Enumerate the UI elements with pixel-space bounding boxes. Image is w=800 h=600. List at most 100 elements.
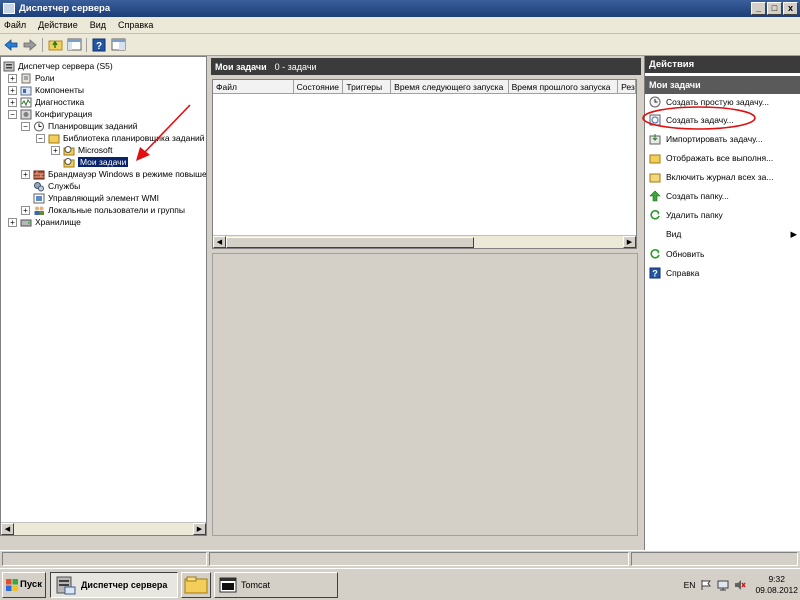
tree-item-root[interactable]: Диспетчер сервера (S5) bbox=[3, 60, 113, 72]
status-cell bbox=[2, 552, 207, 566]
task-count: 0 - задачи bbox=[274, 61, 317, 72]
col-header-status[interactable]: Состояние bbox=[294, 80, 344, 93]
tree-label-storage: Хранилище bbox=[35, 217, 81, 227]
tree-horizontal-scrollbar[interactable]: ◀ ▶ bbox=[1, 522, 206, 535]
tree-item-microsoft[interactable]: + Microsoft bbox=[51, 144, 112, 156]
tree-item-users[interactable]: + Локальные пользователи и группы bbox=[21, 204, 185, 216]
status-cell bbox=[209, 552, 629, 566]
properties-button[interactable] bbox=[110, 37, 126, 53]
scroll-right-icon[interactable]: ▶ bbox=[193, 523, 206, 535]
expand-toggle[interactable]: + bbox=[21, 169, 30, 179]
tree-item-my-tasks[interactable]: Мои задачи bbox=[63, 156, 129, 168]
tree-item-configuration[interactable]: − Конфигурация bbox=[8, 108, 92, 120]
column-headers: Файл Состояние Триггеры Время следующего… bbox=[213, 80, 636, 94]
tree-item-roles[interactable]: + Роли bbox=[8, 72, 55, 84]
menu-file[interactable]: Файл bbox=[4, 20, 26, 30]
server-manager-icon bbox=[3, 3, 15, 14]
menu-action[interactable]: Действие bbox=[38, 20, 78, 30]
grid-horizontal-scrollbar[interactable]: ◀ ▶ bbox=[213, 235, 636, 248]
action-view[interactable]: Вид ▶ bbox=[649, 226, 797, 242]
status-cell bbox=[631, 552, 798, 566]
collapse-toggle[interactable]: − bbox=[36, 133, 45, 143]
task-details-pane bbox=[212, 253, 638, 536]
taskbar-explorer[interactable] bbox=[181, 571, 211, 598]
task-folder-icon bbox=[63, 157, 75, 168]
actions-pane: Действия Мои задачи Создать простую зада… bbox=[642, 56, 800, 550]
folder-icon bbox=[48, 133, 60, 144]
show-hide-tree-button[interactable] bbox=[66, 37, 82, 53]
menu-view[interactable]: Вид bbox=[90, 20, 106, 30]
minimize-button[interactable]: _ bbox=[751, 2, 766, 15]
close-button[interactable]: x bbox=[783, 2, 798, 15]
tree-label-my-tasks: Мои задачи bbox=[78, 157, 129, 167]
wmi-icon bbox=[33, 193, 45, 204]
expand-toggle[interactable]: + bbox=[8, 85, 17, 95]
expand-toggle[interactable]: + bbox=[21, 205, 30, 215]
scroll-thumb[interactable] bbox=[226, 236, 474, 248]
folder-up-icon bbox=[48, 40, 62, 51]
col-header-result[interactable]: Рез bbox=[618, 80, 636, 93]
scroll-right-icon[interactable]: ▶ bbox=[623, 236, 636, 248]
actions-section-title[interactable]: Мои задачи bbox=[645, 76, 800, 94]
tree-item-scheduler[interactable]: − Планировщик заданий bbox=[21, 120, 138, 132]
col-header-triggers[interactable]: Триггеры bbox=[343, 80, 392, 93]
server-icon bbox=[3, 61, 15, 72]
start-button[interactable]: Пуск bbox=[2, 571, 46, 598]
collapse-toggle[interactable]: − bbox=[8, 109, 17, 119]
scroll-left-icon[interactable]: ◀ bbox=[1, 523, 14, 535]
tree-label-scheduler: Планировщик заданий bbox=[48, 121, 138, 131]
components-icon bbox=[20, 85, 32, 96]
col-header-file[interactable]: Файл bbox=[213, 80, 294, 93]
network-icon[interactable] bbox=[717, 579, 729, 591]
title-bar: Диспетчер сервера _ □ x bbox=[0, 0, 800, 17]
tree-label-diagnostics: Диагностика bbox=[35, 97, 85, 107]
expand-toggle[interactable]: + bbox=[51, 145, 60, 155]
clock[interactable]: 9:32 09.08.2012 bbox=[755, 574, 798, 596]
expand-toggle[interactable]: + bbox=[8, 97, 17, 107]
flag-icon[interactable] bbox=[700, 579, 712, 591]
action-refresh[interactable]: Обновить bbox=[649, 246, 797, 262]
tree-item-components[interactable]: + Компоненты bbox=[8, 84, 84, 96]
taskbar-server-manager[interactable]: Диспетчер сервера bbox=[50, 571, 178, 598]
menu-bar: Файл Действие Вид Справка bbox=[0, 17, 800, 34]
action-delete-folder[interactable]: Удалить папку bbox=[649, 207, 797, 223]
maximize-button[interactable]: □ bbox=[767, 2, 782, 15]
configuration-icon bbox=[20, 109, 32, 120]
users-icon bbox=[33, 205, 45, 216]
collapse-toggle[interactable]: − bbox=[21, 121, 30, 131]
col-header-next-run[interactable]: Время следующего запуска bbox=[391, 80, 509, 93]
action-help[interactable]: ? Справка bbox=[649, 265, 797, 281]
col-header-last-run[interactable]: Время прошлого запуска bbox=[509, 80, 619, 93]
tree-label-wmi: Управляющий элемент WMI bbox=[48, 193, 160, 203]
clock-date: 09.08.2012 bbox=[755, 585, 798, 595]
help-button[interactable]: ? bbox=[91, 37, 107, 53]
expand-toggle[interactable]: + bbox=[8, 217, 17, 227]
expand-toggle[interactable]: + bbox=[8, 73, 17, 83]
language-indicator[interactable]: EN bbox=[684, 580, 696, 590]
action-new-folder[interactable]: Создать папку... bbox=[649, 188, 797, 204]
scroll-left-icon[interactable]: ◀ bbox=[213, 236, 226, 248]
action-import-task[interactable]: Импортировать задачу... bbox=[649, 131, 797, 147]
action-show-running[interactable]: Отображать все выполня... bbox=[649, 150, 797, 166]
system-tray: EN 9:32 09.08.2012 bbox=[684, 572, 798, 598]
tree-item-storage[interactable]: + Хранилище bbox=[8, 216, 81, 228]
view-icon bbox=[649, 228, 661, 240]
console-tree: Диспетчер сервера (S5) + Роли + Компонен… bbox=[0, 56, 207, 536]
taskbar-tomcat[interactable]: Tomcat bbox=[214, 571, 338, 598]
annotation-highlight bbox=[642, 106, 756, 130]
delete-folder-icon bbox=[649, 209, 661, 221]
action-enable-history[interactable]: Включить журнал всех за... bbox=[649, 169, 797, 185]
back-button[interactable] bbox=[3, 37, 19, 53]
volume-muted-icon[interactable] bbox=[734, 579, 747, 591]
tree-item-wmi[interactable]: Управляющий элемент WMI bbox=[33, 192, 159, 204]
console-window-icon bbox=[219, 577, 237, 592]
tree-item-diagnostics[interactable]: + Диагностика bbox=[8, 96, 84, 108]
roles-icon bbox=[20, 73, 32, 84]
tree-label-users: Локальные пользователи и группы bbox=[48, 205, 185, 215]
folder-icon bbox=[649, 152, 661, 164]
forward-button[interactable] bbox=[22, 37, 38, 53]
menu-help[interactable]: Справка bbox=[118, 20, 153, 30]
task-list[interactable]: Файл Состояние Триггеры Время следующего… bbox=[212, 79, 637, 249]
up-level-button[interactable] bbox=[47, 37, 63, 53]
tree-item-services[interactable]: Службы bbox=[33, 180, 80, 192]
